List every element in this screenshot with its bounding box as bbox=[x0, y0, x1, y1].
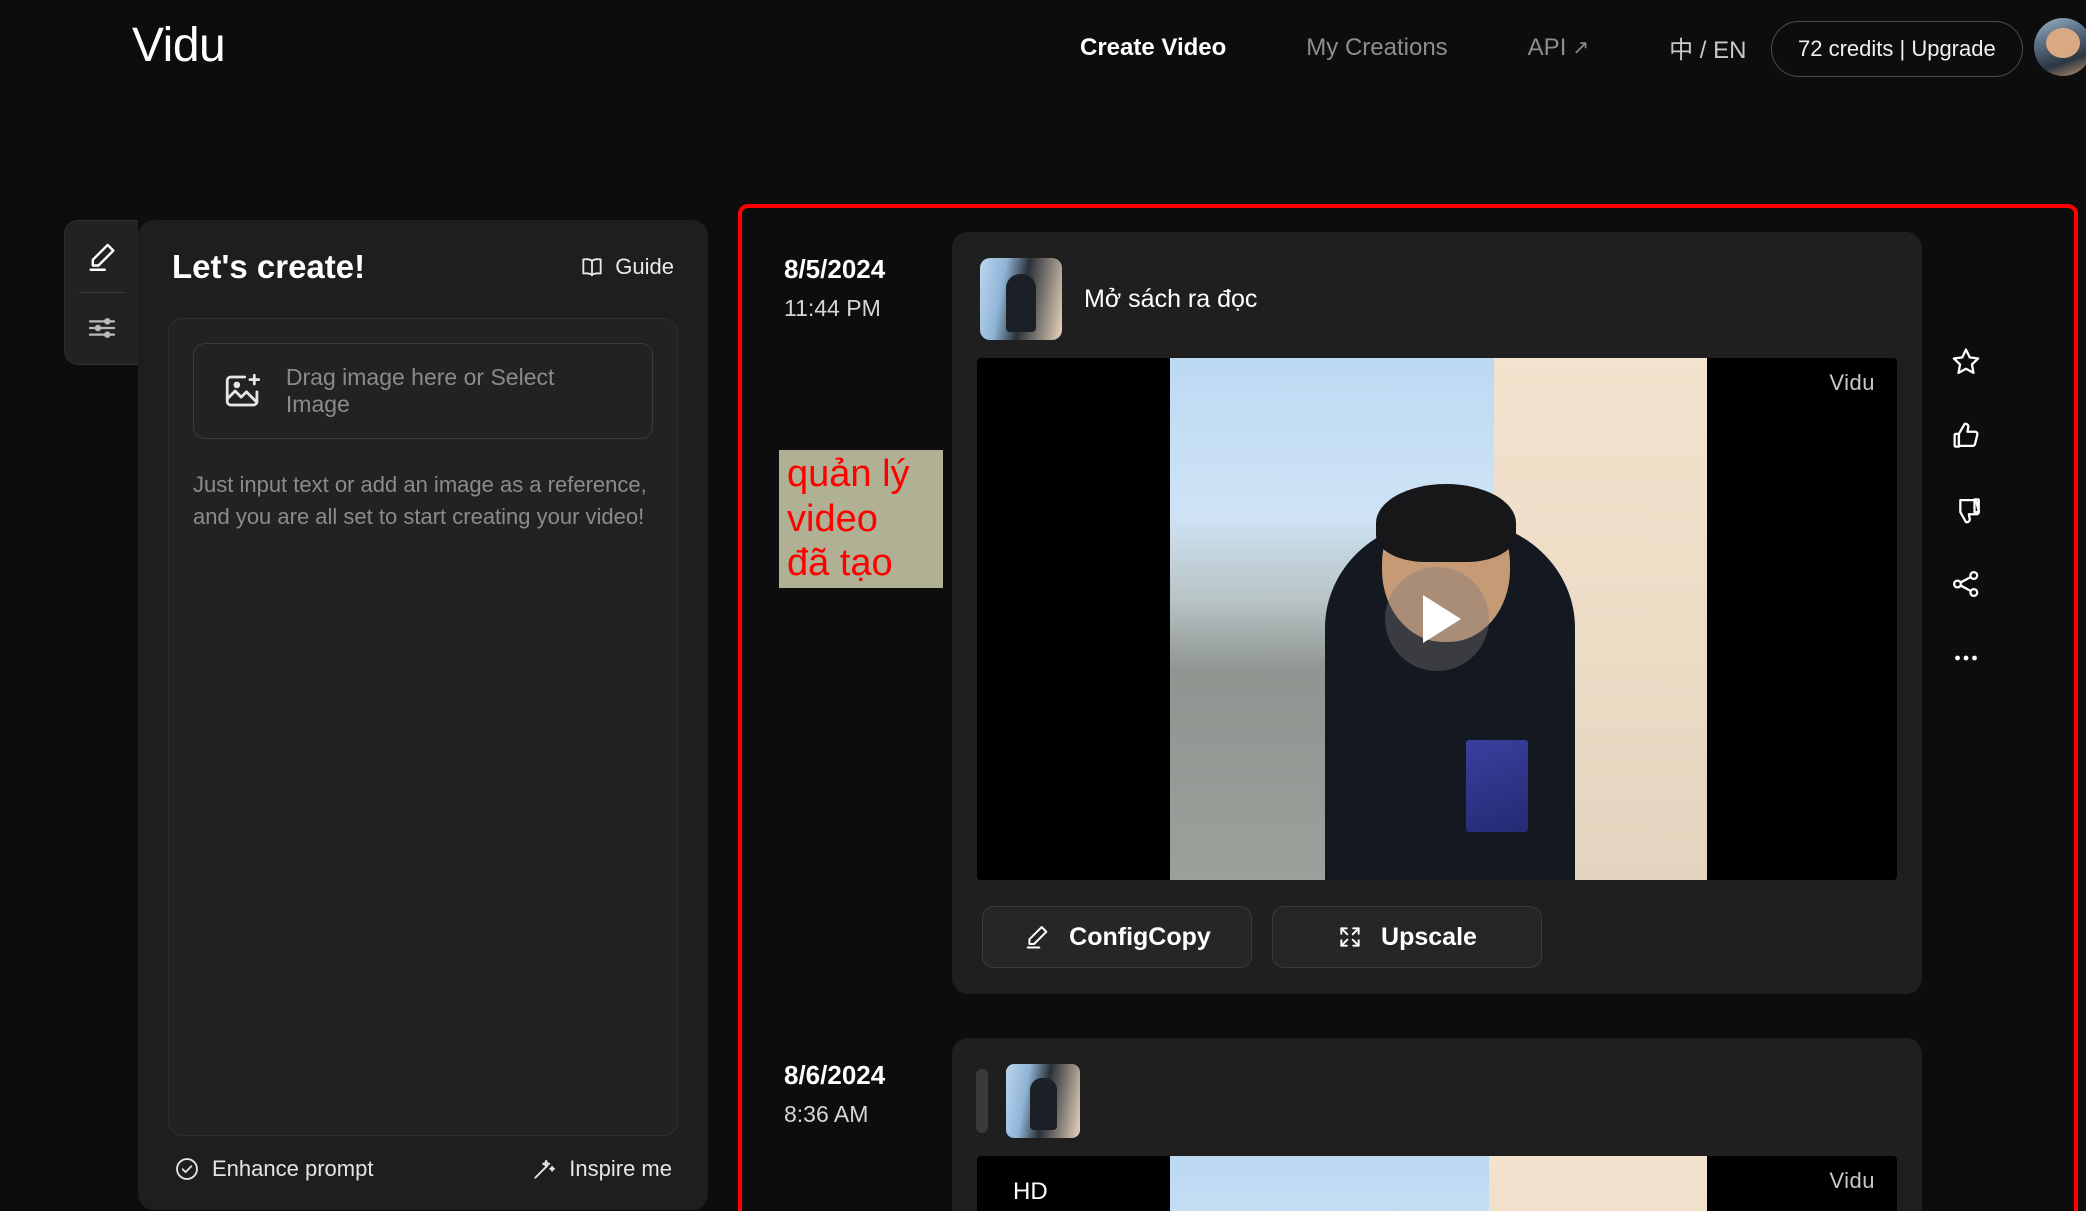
nav-item-api-label: API bbox=[1527, 33, 1567, 61]
inspire-me-label: Inspire me bbox=[569, 1156, 672, 1181]
guide-label: Guide bbox=[615, 254, 674, 279]
creations-feed[interactable]: 8/5/2024 11:44 PM Mở sách ra đọc Vidu Co… bbox=[742, 208, 2074, 1211]
video-watermark: Vidu bbox=[1829, 1168, 1875, 1193]
pen-icon bbox=[88, 243, 115, 271]
entry-date: 8/5/2024 bbox=[784, 254, 886, 284]
main-area: Let's create! Guide Drag image here or S… bbox=[0, 98, 2086, 1211]
card-scroll-indicator[interactable] bbox=[976, 1069, 988, 1133]
video-player[interactable]: HD Vidu bbox=[977, 1156, 1897, 1211]
video-letterbox-left bbox=[977, 358, 1170, 880]
nav-item-my-creations[interactable]: My Creations bbox=[1266, 34, 1487, 62]
create-panel: Let's create! Guide Drag image here or S… bbox=[138, 220, 708, 1210]
create-panel-header: Let's create! Guide bbox=[138, 220, 708, 296]
expand-icon bbox=[1340, 927, 1360, 947]
entry-date: 8/6/2024 bbox=[784, 1060, 886, 1090]
app-logo[interactable]: Vidu bbox=[132, 18, 226, 73]
upscale-button[interactable]: Upscale bbox=[1272, 906, 1542, 968]
dislike-button[interactable] bbox=[1948, 492, 1984, 528]
create-tool-button[interactable] bbox=[65, 221, 139, 292]
prompt-footer: Enhance prompt Inspire me bbox=[138, 1136, 708, 1210]
video-letterbox-right bbox=[1707, 358, 1897, 880]
nav-item-create-video[interactable]: Create Video bbox=[1040, 34, 1266, 62]
image-dropzone[interactable]: Drag image here or Select Image bbox=[193, 343, 653, 439]
like-button[interactable] bbox=[1948, 418, 1984, 454]
user-avatar[interactable] bbox=[2034, 18, 2086, 76]
prompt-hint-text: Just input text or add an image as a ref… bbox=[193, 472, 647, 529]
language-switcher[interactable]: 中 / EN bbox=[1629, 30, 1786, 65]
creation-card: Mở sách ra đọc Vidu ConfigCopy Upscale bbox=[952, 232, 1980, 994]
video-subject-hair bbox=[1376, 484, 1516, 562]
annotation-line-3: đã tạo bbox=[787, 542, 893, 585]
arrow-northeast-icon: ↗ bbox=[1572, 37, 1590, 59]
creation-card: HD Vidu bbox=[952, 1038, 1922, 1211]
inspire-me-button[interactable]: Inspire me bbox=[531, 1156, 672, 1182]
page-title: Let's create! bbox=[172, 248, 366, 285]
favorite-star-icon bbox=[1952, 348, 1980, 375]
thumbs-up-icon bbox=[1953, 422, 1979, 448]
creation-card-actions: ConfigCopy Upscale bbox=[970, 880, 1904, 976]
settings-tool-button[interactable] bbox=[65, 293, 139, 364]
video-subject-book bbox=[1466, 740, 1528, 832]
favorite-star-button[interactable] bbox=[1948, 344, 1984, 380]
credits-upgrade-button[interactable]: 72 credits | Upgrade bbox=[1771, 21, 2023, 77]
enhance-prompt-label: Enhance prompt bbox=[212, 1156, 374, 1181]
tool-rail bbox=[64, 220, 138, 365]
guide-button[interactable]: Guide bbox=[579, 254, 674, 280]
enhance-prompt-toggle[interactable]: Enhance prompt bbox=[174, 1156, 373, 1182]
entry-time: 11:44 PM bbox=[784, 295, 881, 321]
more-options-icon bbox=[1955, 655, 1977, 661]
feed-entry: 8/6/2024 8:36 AM HD Vidu bbox=[742, 994, 2074, 1211]
video-frame-highlight bbox=[1489, 1156, 1707, 1211]
share-icon bbox=[1952, 570, 1979, 598]
share-button[interactable] bbox=[1948, 566, 1984, 602]
annotation-line-1: quản lý bbox=[787, 452, 910, 495]
language-en[interactable]: EN bbox=[1713, 37, 1746, 64]
language-separator: / bbox=[1699, 37, 1707, 64]
main-nav: Create Video My Creations API ↗ 中 / EN bbox=[1040, 30, 1786, 65]
quality-badge: HD bbox=[1013, 1178, 1048, 1205]
language-cn[interactable]: 中 bbox=[1669, 37, 1693, 64]
entry-time: 8:36 AM bbox=[784, 1101, 869, 1127]
upscale-label: Upscale bbox=[1381, 922, 1477, 951]
annotation-line-2: video bbox=[787, 497, 878, 540]
thumbs-down-icon bbox=[1959, 498, 1980, 524]
top-navigation-bar: Vidu Create Video My Creations API ↗ 中 /… bbox=[0, 0, 2086, 98]
pencil-icon bbox=[1026, 926, 1048, 949]
reference-image-thumbnail[interactable] bbox=[1006, 1064, 1080, 1138]
entry-timestamp: 8/6/2024 8:36 AM bbox=[742, 1038, 952, 1211]
creation-side-actions bbox=[1948, 344, 1984, 676]
entry-timestamp: 8/5/2024 11:44 PM bbox=[742, 232, 952, 994]
creation-prompt-text: Mở sách ra đọc bbox=[1084, 284, 1258, 313]
video-watermark: Vidu bbox=[1829, 370, 1875, 395]
more-options-button[interactable] bbox=[1948, 640, 1984, 676]
video-player[interactable]: Vidu bbox=[977, 358, 1897, 880]
config-copy-label: ConfigCopy bbox=[1069, 922, 1211, 951]
image-plus-icon bbox=[225, 373, 261, 407]
dropzone-label: Drag image here or Select Image bbox=[285, 364, 555, 417]
play-button-icon[interactable] bbox=[1385, 567, 1489, 671]
prompt-input-area[interactable]: Drag image here or Select Image Just inp… bbox=[168, 318, 678, 1136]
magic-wand-icon bbox=[534, 1159, 556, 1179]
reference-image-thumbnail[interactable] bbox=[980, 258, 1062, 340]
sliders-icon bbox=[88, 318, 115, 339]
check-circle-icon bbox=[176, 1158, 198, 1180]
book-icon bbox=[582, 258, 602, 277]
creation-card-header bbox=[970, 1056, 1904, 1156]
creation-card-header: Mở sách ra đọc bbox=[970, 250, 1904, 358]
nav-item-api[interactable]: API ↗ bbox=[1488, 34, 1629, 62]
config-copy-button[interactable]: ConfigCopy bbox=[982, 906, 1252, 968]
feed-entry: 8/5/2024 11:44 PM Mở sách ra đọc Vidu Co… bbox=[742, 208, 2074, 994]
annotation-overlay: quản lý video đã tạo bbox=[779, 450, 943, 588]
